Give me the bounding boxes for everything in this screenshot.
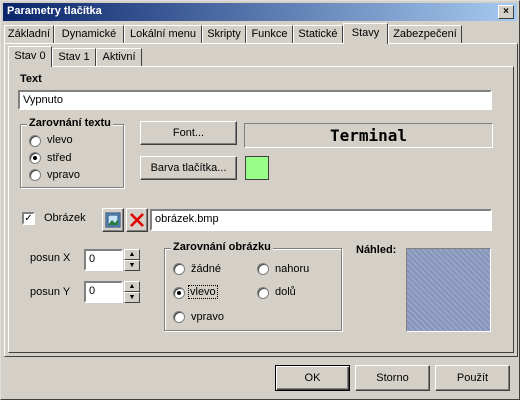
image-icon xyxy=(105,212,121,228)
radio-text-right[interactable] xyxy=(29,169,41,181)
offset-y-input[interactable]: 0 xyxy=(84,281,123,303)
font-button[interactable]: Font... xyxy=(140,121,237,145)
text-alignment-title: Zarovnání textu xyxy=(27,117,113,129)
text-label: Text xyxy=(20,73,42,85)
offset-x-input[interactable]: 0 xyxy=(84,249,123,271)
radio-image-right[interactable] xyxy=(173,311,185,323)
checkmark-icon: ✓ xyxy=(24,213,33,224)
spin-down-icon[interactable]: ▼ xyxy=(124,292,140,303)
tab-zabezpeceni[interactable]: Zabezpečení xyxy=(388,25,462,43)
image-label: Obrázek xyxy=(44,212,86,224)
radio-selected-dot xyxy=(177,291,181,295)
tab-stavy[interactable]: Stavy xyxy=(343,23,388,44)
radio-image-none-label: žádné xyxy=(191,263,221,275)
browse-image-button[interactable] xyxy=(102,208,124,232)
radio-image-right-label: vpravo xyxy=(191,311,225,323)
spin-up-icon[interactable]: ▲ xyxy=(124,281,140,292)
subtab-stav-0[interactable]: Stav 0 xyxy=(8,46,52,67)
tab-dynamicke[interactable]: Dynamické xyxy=(54,25,124,43)
tab-skripty[interactable]: Skripty xyxy=(202,25,246,43)
button-color-swatch xyxy=(245,156,269,180)
subtab-aktivni[interactable]: Aktivní xyxy=(96,48,142,66)
radio-image-bottom[interactable] xyxy=(257,287,269,299)
offset-y-spinner[interactable]: ▲ ▼ xyxy=(124,281,140,303)
radio-text-center[interactable] xyxy=(29,152,41,164)
text-input[interactable]: Vypnuto xyxy=(18,90,492,110)
radio-image-left[interactable] xyxy=(173,287,185,299)
radio-image-left-label: vlevo xyxy=(188,285,218,299)
radio-image-top[interactable] xyxy=(257,263,269,275)
offset-y-label: posun Y xyxy=(30,286,71,298)
tab-staticke[interactable]: Statické xyxy=(293,25,343,43)
font-preview: Terminal xyxy=(244,123,493,148)
offset-x-spinner[interactable]: ▲ ▼ xyxy=(124,249,140,271)
remove-image-button[interactable] xyxy=(126,208,148,232)
tab-lokalni-menu[interactable]: Lokální menu xyxy=(124,25,202,43)
image-checkbox[interactable]: ✓ xyxy=(22,212,35,225)
radio-text-center-label: střed xyxy=(47,152,72,164)
red-x-icon xyxy=(130,213,144,227)
radio-text-left[interactable] xyxy=(29,135,41,147)
close-button[interactable]: × xyxy=(498,5,514,19)
subtab-stav-1[interactable]: Stav 1 xyxy=(52,48,96,66)
offset-x-label: posun X xyxy=(30,252,71,264)
title-bar[interactable]: Parametry tlačítka × xyxy=(3,3,517,21)
dialog-window: Parametry tlačítka × Základní Dynamické … xyxy=(0,0,520,400)
apply-button[interactable]: Použít xyxy=(435,365,510,391)
image-alignment-title: Zarovnání obrázku xyxy=(171,241,273,253)
tab-funkce[interactable]: Funkce xyxy=(246,25,293,43)
radio-image-none[interactable] xyxy=(173,263,185,275)
image-filename-input[interactable]: obrázek.bmp xyxy=(150,209,492,231)
radio-image-top-label: nahoru xyxy=(275,263,310,275)
radio-selected-dot xyxy=(33,156,37,160)
preview-label: Náhled: xyxy=(356,244,397,256)
radio-image-bottom-label: dolů xyxy=(275,286,296,298)
ok-button[interactable]: OK xyxy=(275,365,350,391)
spin-down-icon[interactable]: ▼ xyxy=(124,260,140,271)
radio-text-right-label: vpravo xyxy=(47,169,81,181)
tab-zakladni[interactable]: Základní xyxy=(4,25,54,43)
window-title: Parametry tlačítka xyxy=(7,5,102,17)
cancel-button[interactable]: Storno xyxy=(355,365,430,391)
button-color-button[interactable]: Barva tlačítka... xyxy=(140,156,237,180)
spin-up-icon[interactable]: ▲ xyxy=(124,249,140,260)
image-preview xyxy=(406,248,491,332)
radio-text-left-label: vlevo xyxy=(47,134,73,146)
